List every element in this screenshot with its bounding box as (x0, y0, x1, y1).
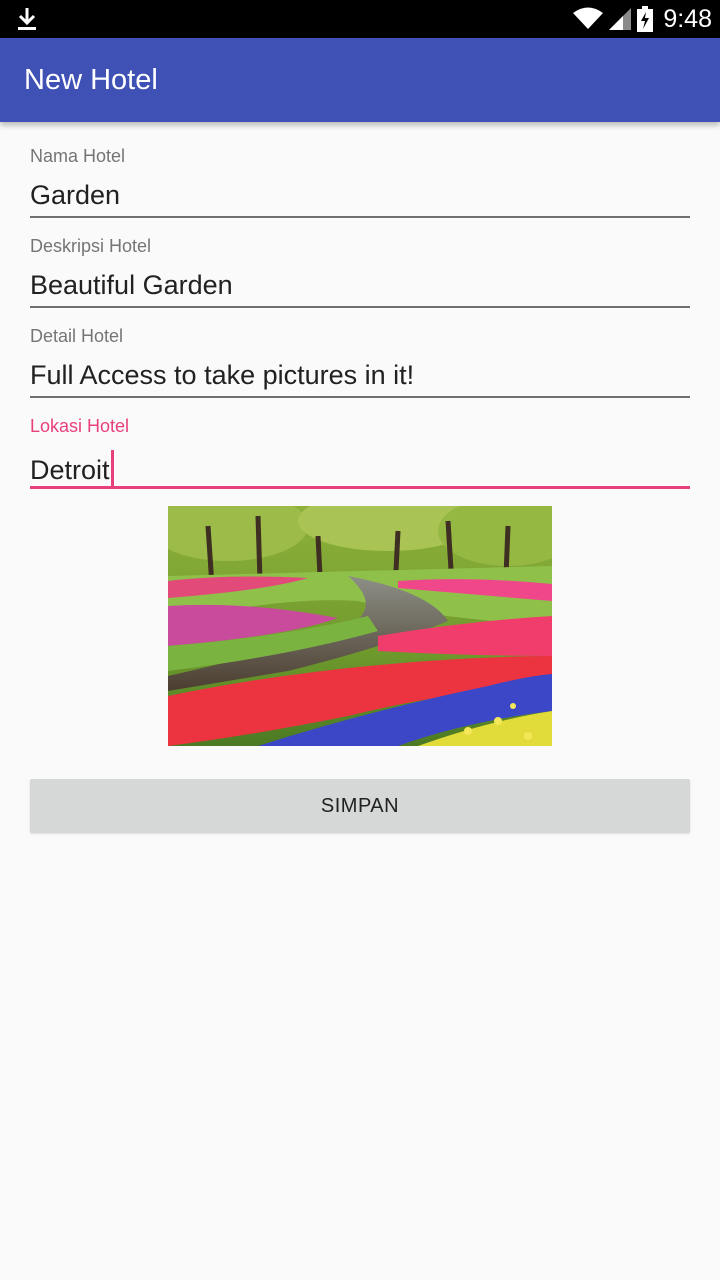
nama-hotel-field[interactable]: Nama Hotel Garden (30, 122, 690, 218)
status-bar: 9:48 (0, 0, 720, 38)
simpan-button[interactable]: SIMPAN (30, 779, 690, 833)
download-icon (18, 8, 36, 30)
tulip-garden-photo[interactable] (168, 506, 552, 746)
input-underline-focused (30, 486, 690, 489)
clock: 9:48 (663, 4, 712, 33)
photo-canvas (168, 506, 552, 746)
detail-hotel-label: Detail Hotel (30, 326, 124, 346)
deskripsi-hotel-input[interactable]: Beautiful Garden (30, 270, 233, 301)
detail-hotel-field[interactable]: Detail Hotel Full Access to take picture… (30, 302, 690, 398)
deskripsi-hotel-label: Deskripsi Hotel (30, 236, 152, 256)
wifi-icon (573, 7, 604, 29)
system-tray: 9:48 (573, 0, 712, 38)
app-bar: New Hotel (0, 38, 720, 122)
detail-hotel-input[interactable]: Full Access to take pictures in it! (30, 360, 414, 391)
nama-hotel-input[interactable]: Garden (30, 180, 120, 211)
deskripsi-hotel-field[interactable]: Deskripsi Hotel Beautiful Garden (30, 212, 690, 308)
text-cursor (110, 450, 114, 486)
lokasi-hotel-field[interactable]: Lokasi Hotel Detroit (30, 392, 690, 489)
lokasi-hotel-value: Detroit (30, 455, 110, 485)
page-title: New Hotel (24, 64, 158, 96)
lokasi-hotel-input[interactable]: Detroit (30, 450, 114, 486)
battery-charging-icon (637, 6, 654, 32)
lokasi-hotel-label: Lokasi Hotel (30, 416, 130, 436)
cell-signal-icon (609, 8, 632, 30)
nama-hotel-label: Nama Hotel (30, 146, 126, 166)
